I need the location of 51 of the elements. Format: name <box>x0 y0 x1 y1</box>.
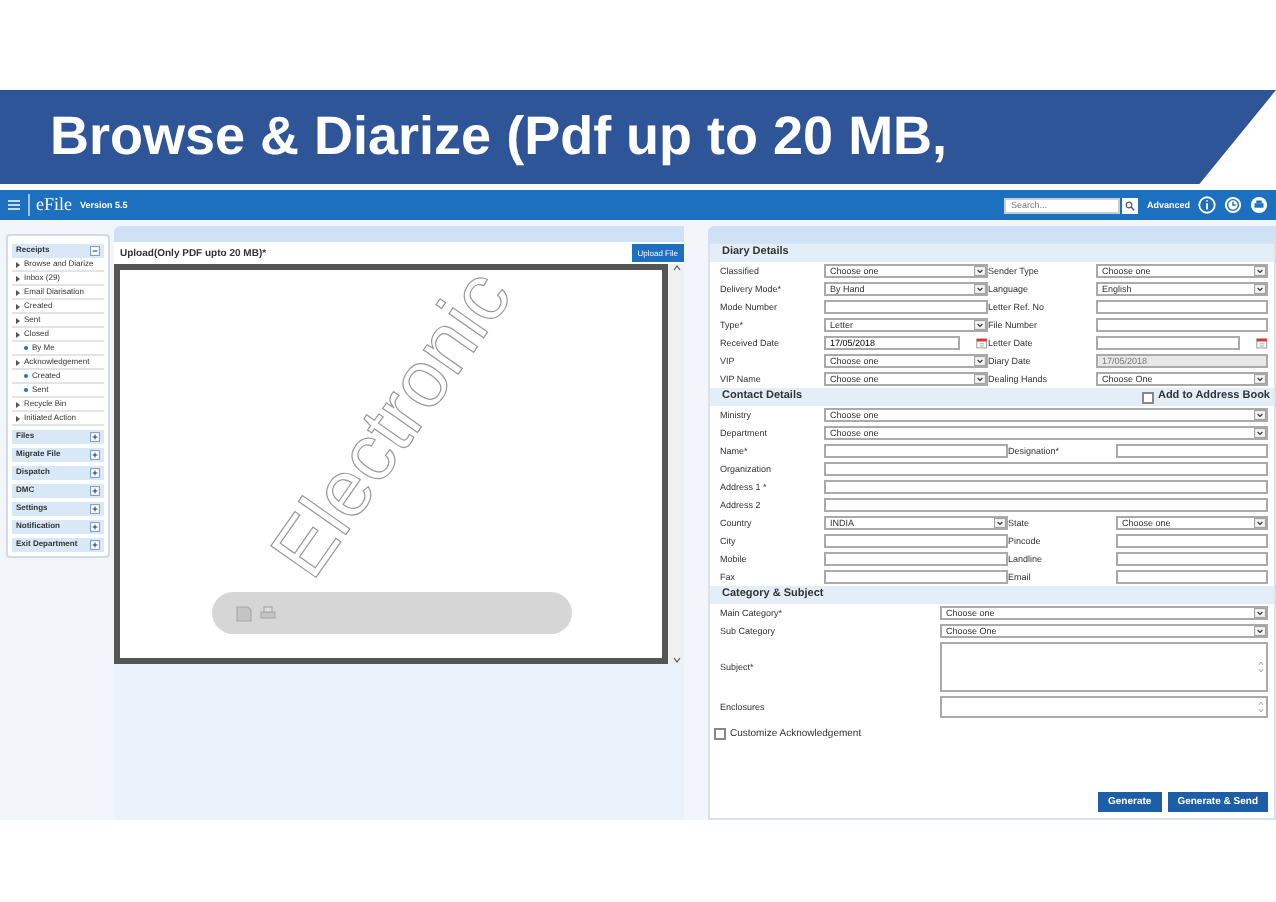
menu-icon[interactable] <box>8 200 20 210</box>
input-field[interactable] <box>1116 444 1268 458</box>
dropdown-icon[interactable] <box>1254 428 1266 438</box>
checkbox[interactable] <box>714 728 726 740</box>
dropdown-icon[interactable] <box>974 356 986 366</box>
calendar-icon[interactable] <box>1256 336 1268 350</box>
dropdown-icon[interactable] <box>1254 518 1266 528</box>
dropdown-icon[interactable] <box>1254 410 1266 420</box>
expand-icon[interactable] <box>90 522 100 532</box>
dropdown-icon[interactable] <box>974 320 986 330</box>
scroll-down-icon[interactable] <box>671 656 681 664</box>
input-field[interactable] <box>824 462 1268 476</box>
dropdown-icon[interactable] <box>1254 284 1266 294</box>
checkbox[interactable] <box>1141 391 1154 403</box>
expand-icon[interactable] <box>90 486 100 496</box>
input-field[interactable] <box>824 552 1008 566</box>
search-icon[interactable] <box>1122 197 1139 213</box>
expand-icon[interactable] <box>90 432 100 442</box>
dropdown-icon[interactable] <box>1254 374 1266 384</box>
app-logo: eFile <box>28 194 72 216</box>
dropdown-icon[interactable] <box>1254 626 1266 636</box>
input-field[interactable] <box>824 498 1268 512</box>
input-field[interactable] <box>1116 552 1268 566</box>
expand-icon[interactable] <box>90 504 100 514</box>
slide-title: Browse & Diarize (Pdf up to 20 MB, <box>50 110 948 164</box>
dropdown-icon[interactable] <box>1254 608 1266 618</box>
collapse-icon[interactable] <box>90 246 100 256</box>
input-field[interactable] <box>1096 300 1268 314</box>
date-field[interactable] <box>1096 336 1241 350</box>
expand-icon[interactable] <box>90 450 100 460</box>
dropdown-icon[interactable] <box>974 374 986 384</box>
clock-icon[interactable] <box>1224 196 1242 214</box>
dropdown-icon[interactable] <box>974 266 986 276</box>
dropdown-icon[interactable] <box>994 518 1006 528</box>
input-field[interactable] <box>1096 318 1268 332</box>
info-icon[interactable] <box>1198 196 1216 214</box>
input-field[interactable] <box>824 444 1008 458</box>
input-field[interactable] <box>1116 534 1268 548</box>
dropdown-icon[interactable] <box>974 284 986 294</box>
expand-icon[interactable] <box>90 468 100 478</box>
input-field[interactable] <box>824 570 1008 584</box>
printer-icon[interactable] <box>1250 196 1268 214</box>
calendar-icon[interactable] <box>976 336 988 350</box>
input-field[interactable] <box>1116 570 1268 584</box>
expand-icon[interactable] <box>90 540 100 550</box>
input-field[interactable] <box>824 300 988 314</box>
scrollbar[interactable] <box>668 264 684 664</box>
input-field[interactable] <box>824 534 1008 548</box>
input-field[interactable] <box>824 480 1268 494</box>
dropdown-icon[interactable] <box>1254 266 1266 276</box>
scroll-up-icon[interactable] <box>671 264 681 272</box>
